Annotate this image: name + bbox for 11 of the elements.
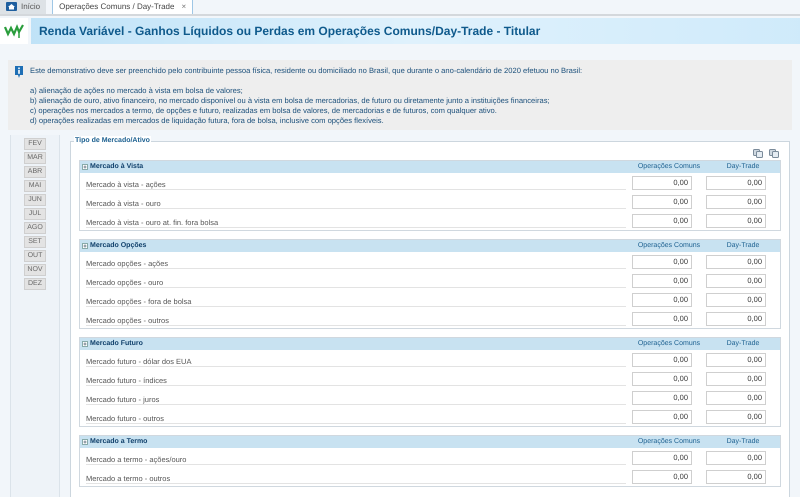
tab[interactable]: Operações Comuns / Day-Trade ×	[52, 0, 194, 14]
close-icon[interactable]: ×	[181, 1, 186, 13]
info-icon	[14, 66, 24, 78]
page-title: Renda Variável - Ganhos Líquidos ou Perdas em Operações Comuns/Day-Trade - Titular	[31, 18, 800, 44]
tab[interactable]: Início	[0, 0, 46, 14]
expand-icon[interactable]	[82, 341, 88, 347]
expand-icon[interactable]	[82, 439, 88, 445]
expand-icon[interactable]	[82, 243, 88, 249]
logo-icon	[0, 18, 28, 44]
home-icon	[6, 2, 17, 11]
expand-icon[interactable]	[82, 164, 88, 170]
